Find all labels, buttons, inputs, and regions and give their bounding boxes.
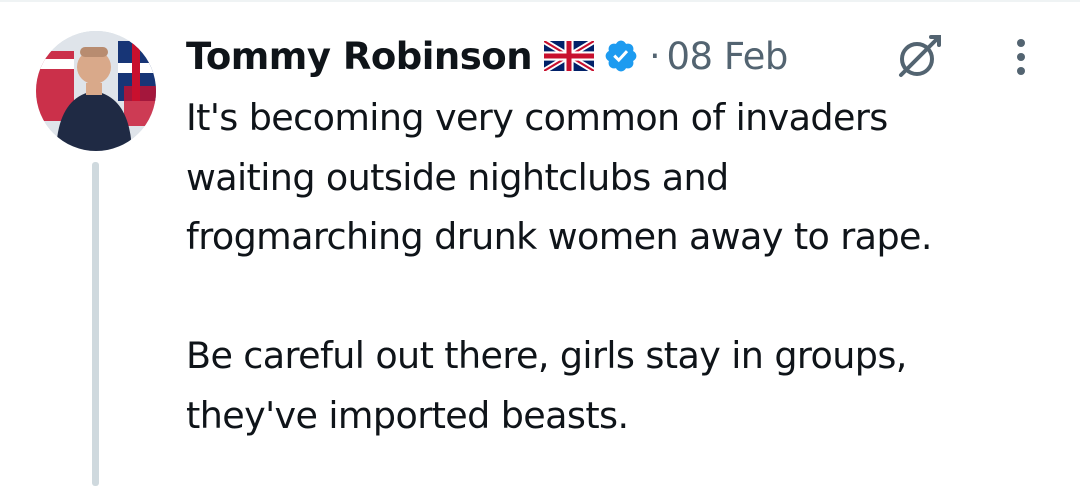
avatar[interactable]	[36, 31, 156, 151]
author-display-name[interactable]: Tommy Robinson	[186, 35, 533, 78]
tweet-text: It's becoming very common of invaders wa…	[186, 88, 1056, 445]
tweet[interactable]: Tommy Robinson · 08 Feb It's becoming ve…	[0, 0, 1080, 486]
grok-icon[interactable]	[893, 31, 945, 83]
tweet-paragraph-2: Be careful out there, girls stay in grou…	[186, 334, 907, 437]
uk-flag-icon	[542, 38, 596, 74]
tweet-timestamp[interactable]: 08 Feb	[667, 35, 789, 78]
verified-badge-icon[interactable]	[603, 38, 639, 74]
thread-connector-line	[92, 162, 99, 486]
header-separator: ·	[649, 35, 661, 77]
tweet-header: Tommy Robinson · 08 Feb	[186, 30, 788, 82]
more-options-icon[interactable]	[1008, 34, 1034, 80]
avatar-image	[36, 31, 156, 151]
tweet-paragraph-1: It's becoming very common of invaders wa…	[186, 96, 932, 258]
